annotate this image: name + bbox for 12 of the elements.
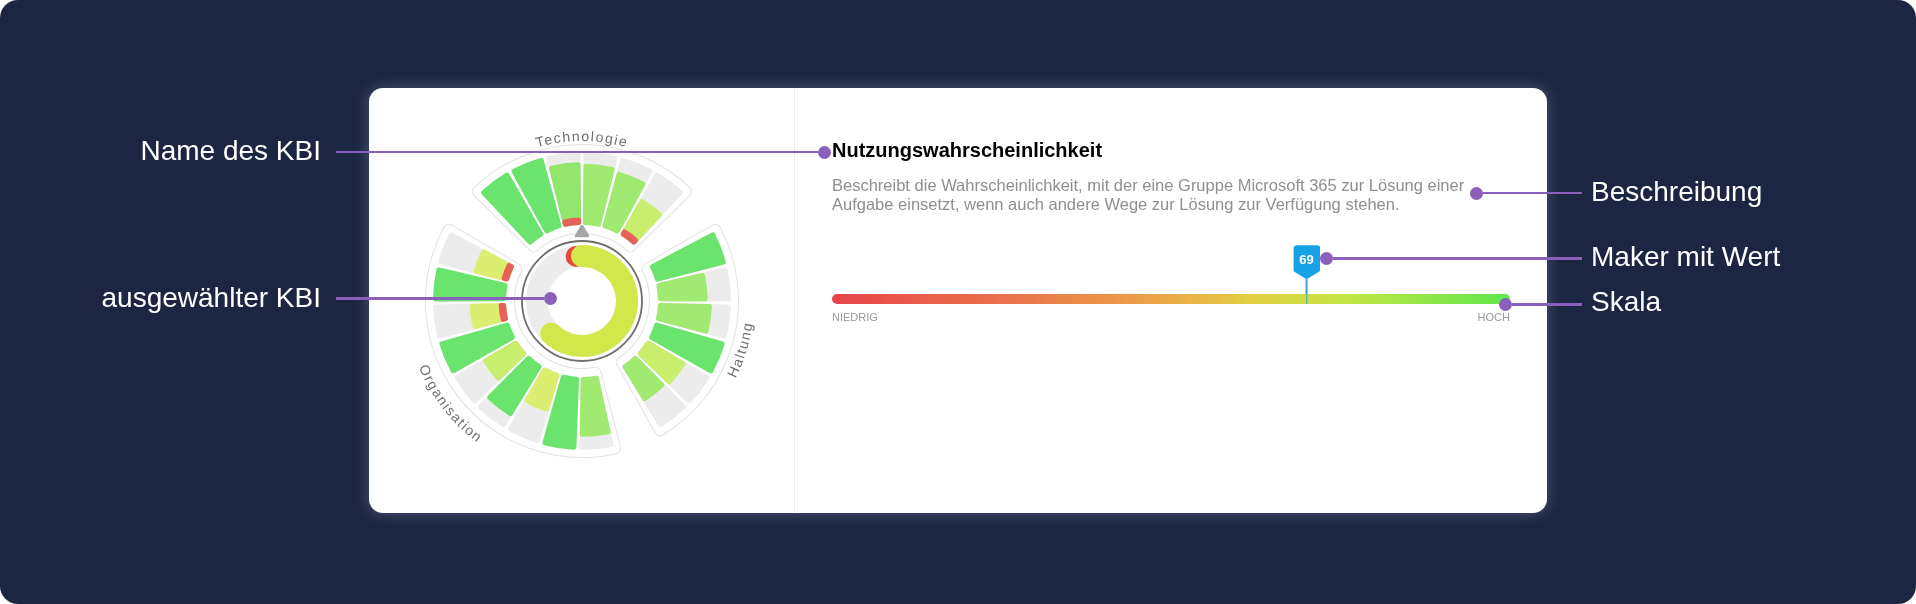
kbi-title: Nutzungswahrscheinlichkeit	[832, 138, 1103, 162]
callout-label: Skala	[1591, 285, 1662, 319]
scale-low-label: NIEDRIG	[832, 311, 878, 325]
kbi-description: Beschreibt die Wahrscheinlichkeit, mit der eine Gruppe Microsoft 365 zur Lösung einer Aufgabe einsetzt, wenn auch andere Wege zur Lösung zur Verfügung stehen.	[832, 176, 1466, 214]
scale-high-label: HOCH	[1477, 311, 1510, 325]
wheel-bar	[622, 355, 686, 427]
callout-label: Name des KBI	[140, 134, 321, 168]
callout-label: Maker mit Wert	[1591, 240, 1781, 274]
callout-label: ausgewählter KBI	[101, 281, 321, 315]
callout-label: Beschreibung	[1591, 175, 1763, 209]
category-label: Technologie	[533, 127, 630, 150]
triangle-pointer-icon	[574, 224, 589, 237]
